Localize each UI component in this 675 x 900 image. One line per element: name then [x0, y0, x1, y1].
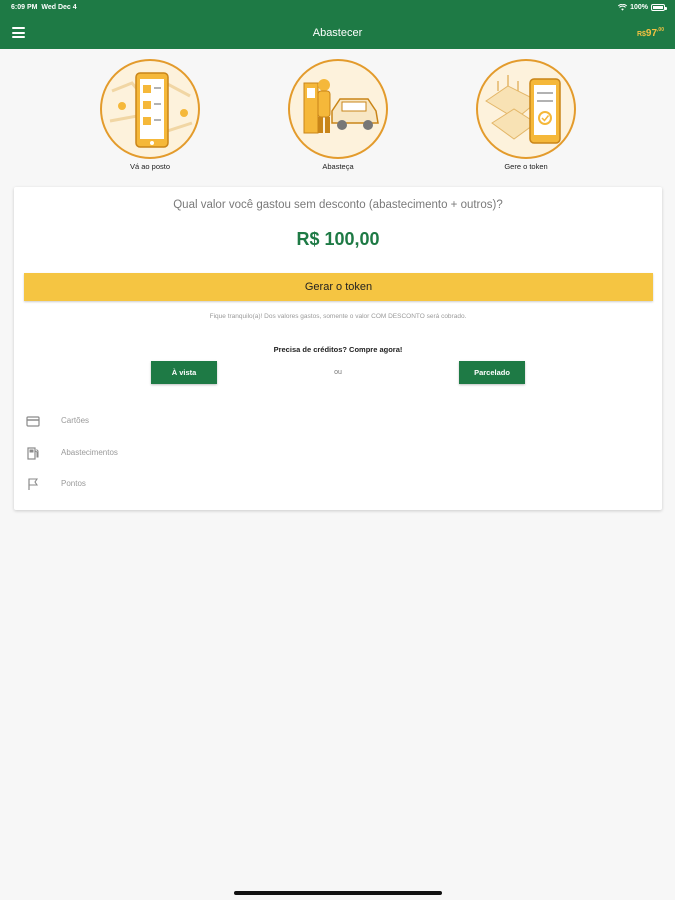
balance-badge[interactable]: R$97,00 — [637, 27, 664, 39]
home-indicator[interactable] — [234, 891, 442, 895]
generate-token-button[interactable]: Gerar o token — [24, 273, 653, 301]
menu-item-cards[interactable]: Cartões — [14, 409, 662, 441]
step-refuel: Abasteça — [278, 59, 398, 171]
or-separator: ou — [334, 369, 342, 376]
status-bar: 6:09 PM Wed Dec 4 100% — [0, 0, 675, 16]
card-icon — [26, 416, 40, 427]
battery-icon — [651, 4, 667, 11]
step-label: Gere o token — [504, 162, 548, 171]
phone-map-icon — [100, 59, 200, 159]
menu-item-refuels[interactable]: Abastecimentos — [14, 441, 662, 473]
refuel-card: Qual valor você gastou sem desconto (aba… — [14, 187, 662, 510]
step-label: Abasteça — [322, 162, 354, 171]
fuel-car-icon — [288, 59, 388, 159]
credits-prompt: Precisa de créditos? Compre agora! — [273, 345, 403, 354]
menu-item-label: Abastecimentos — [61, 447, 118, 457]
menu-list: Cartões Abastecimentos Pontos — [14, 409, 662, 504]
page-title: Abastecer — [312, 27, 363, 39]
step-generate-token: Gere o token — [466, 59, 586, 171]
discount-note: Fique tranquilo(a)! Dos valores gastos, … — [209, 313, 467, 320]
menu-item-label: Cartões — [61, 416, 90, 425]
menu-item-points[interactable]: Pontos — [14, 472, 662, 504]
fuel-pump-icon — [27, 446, 39, 460]
amount-question: Qual valor você gastou sem desconto (aba… — [173, 199, 503, 211]
flag-icon — [28, 478, 39, 490]
installment-purchase-button[interactable]: Parcelado — [459, 361, 525, 384]
menu-item-label: Pontos — [61, 479, 86, 488]
steps-illustration: Vá ao posto Abasteça Gere o token — [0, 59, 675, 179]
amount-value[interactable]: R$ 100,00 — [14, 229, 662, 250]
nav-bar: Abastecer R$97,00 — [0, 16, 675, 49]
step-label: Vá ao posto — [129, 162, 171, 171]
wifi-icon — [618, 4, 628, 11]
phone-token-icon — [476, 59, 576, 159]
status-time: 6:09 PM Wed Dec 4 — [11, 4, 77, 11]
battery-percent: 100% — [630, 4, 648, 11]
status-right: 100% — [618, 4, 667, 11]
step-go-to-station: Vá ao posto — [90, 59, 210, 171]
